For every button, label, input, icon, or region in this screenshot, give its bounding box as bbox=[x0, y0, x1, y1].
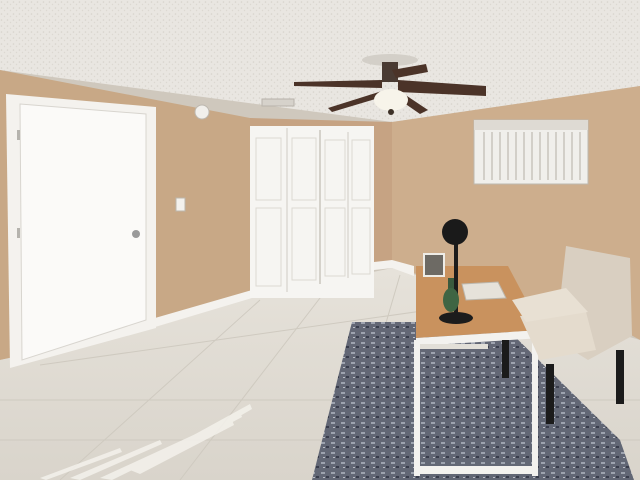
room-photo bbox=[0, 0, 640, 480]
room-illustration bbox=[0, 0, 640, 480]
light-switch[interactable] bbox=[175, 197, 186, 212]
thermostat bbox=[194, 104, 210, 120]
photo-frame bbox=[423, 253, 445, 277]
closet-doors[interactable] bbox=[250, 126, 374, 298]
window-blinds bbox=[473, 119, 589, 185]
entry-door[interactable] bbox=[6, 94, 156, 368]
air-vent bbox=[261, 98, 295, 107]
door-knob[interactable] bbox=[132, 230, 140, 238]
notebook bbox=[461, 281, 507, 301]
fan-light-bowl bbox=[374, 89, 408, 111]
